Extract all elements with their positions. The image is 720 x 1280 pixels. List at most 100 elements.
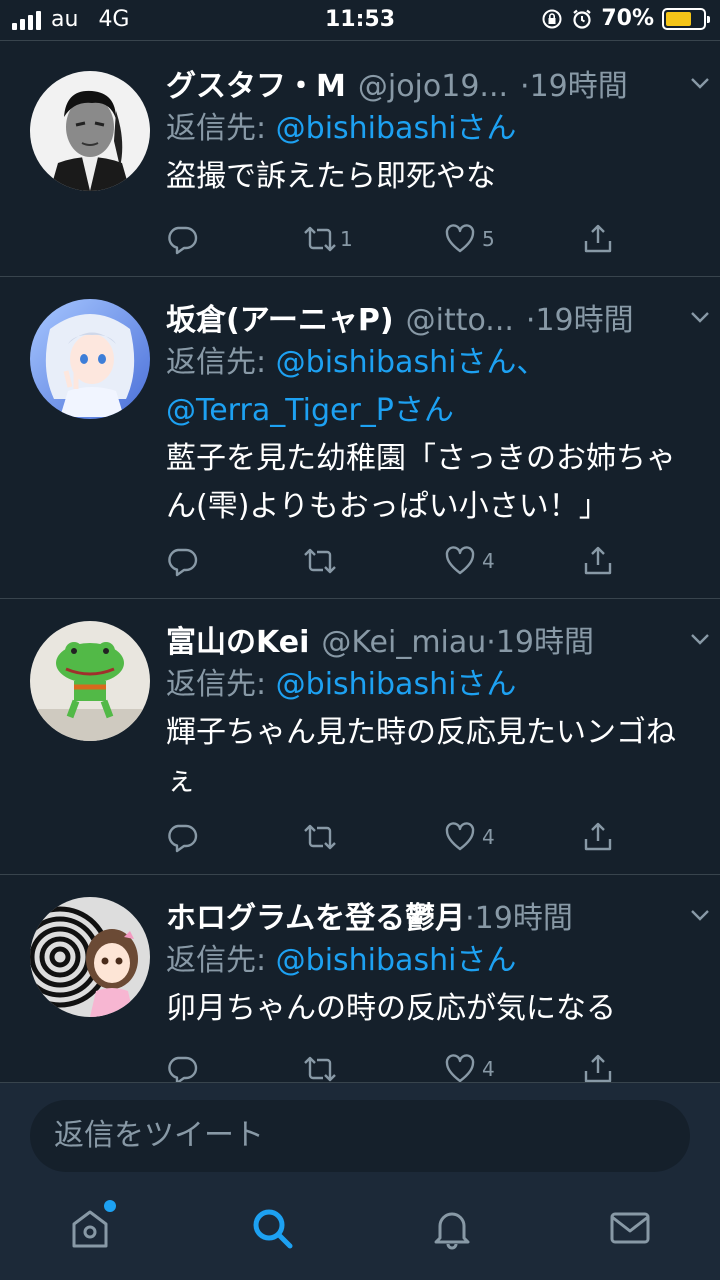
tweet-header: グスタフ・M @jojo19... ·19時間 xyxy=(166,61,700,105)
reply-icon xyxy=(168,548,198,577)
reply-to: 返信先: @bishibashiさん、 @Terra_Tiger_Pさん xyxy=(166,339,700,435)
share-icon xyxy=(584,822,612,851)
battery-icon xyxy=(662,7,710,30)
retweet-icon xyxy=(304,1056,336,1082)
retweet-button[interactable] xyxy=(302,545,338,577)
retweet-count: 1 xyxy=(340,227,353,251)
heart-icon xyxy=(445,822,475,851)
tab-search[interactable] xyxy=(248,1204,296,1252)
reply-to-label: 返信先: xyxy=(166,345,276,380)
heart-icon xyxy=(445,1054,475,1082)
share-icon xyxy=(584,546,612,575)
user-avatar[interactable] xyxy=(30,897,150,1017)
retweet-icon xyxy=(304,824,336,850)
share-icon xyxy=(584,224,612,253)
tab-home[interactable] xyxy=(66,1200,116,1252)
battery-percent: 70% xyxy=(601,6,654,31)
reply-button[interactable] xyxy=(166,821,198,853)
chevron-down-icon[interactable] xyxy=(688,71,712,95)
user-handle[interactable]: @jojo19... xyxy=(358,69,508,104)
user-avatar[interactable] xyxy=(30,621,150,741)
like-button[interactable]: 4 xyxy=(444,545,495,577)
share-button[interactable] xyxy=(582,1053,614,1082)
tweet[interactable]: ホログラムを登る鬱月 ·19時間 返信先: @bishibashiさん 卯月ちゃ… xyxy=(0,874,720,1082)
tweet[interactable]: 富山のKei @Kei_miau ·19時間 返信先: @bishibashiさ… xyxy=(0,598,720,874)
tweet-text: 藍子を見た幼稚園「さっきのお姉ちゃん(雫)よりもおっぱい小さい！」 xyxy=(166,441,676,524)
tweet-text: 盗撮で訴えたら即死やな xyxy=(166,159,496,194)
heart-icon xyxy=(445,546,475,575)
retweet-button[interactable]: 1 xyxy=(302,223,353,255)
like-count: 4 xyxy=(482,825,495,849)
like-button[interactable]: 4 xyxy=(444,1053,495,1082)
chevron-down-icon[interactable] xyxy=(688,305,712,329)
tweet-time: ·19時間 xyxy=(525,303,634,338)
tweet-actions: 1 5 xyxy=(166,223,626,263)
user-handle[interactable]: @Kei_miau xyxy=(321,625,486,660)
tweet-time: ·19時間 xyxy=(486,625,595,660)
mention-link[interactable]: @bishibashiさん xyxy=(276,667,517,702)
reply-button[interactable] xyxy=(166,545,198,577)
display-name[interactable]: ホログラムを登る鬱月 xyxy=(166,893,465,937)
mention-link[interactable]: @bishibashiさん xyxy=(276,111,517,146)
user-handle[interactable]: @itto... xyxy=(406,303,514,338)
tweet-header: ホログラムを登る鬱月 ·19時間 xyxy=(166,893,700,937)
chevron-down-icon[interactable] xyxy=(688,627,712,651)
like-count: 4 xyxy=(482,549,495,573)
tab-messages[interactable] xyxy=(606,1204,654,1252)
tweet-time: ·19時間 xyxy=(465,901,573,936)
reply-to: 返信先: @bishibashiさん xyxy=(166,661,700,709)
reply-to-label: 返信先: xyxy=(166,943,276,978)
tweet-time: ·19時間 xyxy=(520,69,628,104)
share-button[interactable] xyxy=(582,821,614,853)
tweet-text: 輝子ちゃん見た時の反応見たいンゴねぇ xyxy=(166,715,676,798)
tab-notifications[interactable] xyxy=(428,1204,476,1252)
like-count: 4 xyxy=(482,1057,495,1081)
mention-link[interactable]: @bishibashiさん xyxy=(276,943,517,978)
reply-to-label: 返信先: xyxy=(166,667,276,702)
tweet[interactable]: 坂倉(アーニャP) @itto... ·19時間 返信先: @bishibash… xyxy=(0,276,720,598)
like-count: 5 xyxy=(482,227,495,251)
retweet-icon xyxy=(304,548,336,574)
reply-icon xyxy=(168,824,198,853)
mention-link[interactable]: @bishibashiさん、 xyxy=(276,345,547,380)
tweet-actions: 4 xyxy=(166,545,626,585)
status-right: 70% xyxy=(541,6,710,31)
like-button[interactable]: 5 xyxy=(444,223,495,255)
share-button[interactable] xyxy=(582,223,614,255)
orientation-lock-icon xyxy=(542,9,562,28)
tweet-actions: 4 xyxy=(166,821,626,861)
tweet-text: 卯月ちゃんの時の反応が気になる xyxy=(166,991,616,1026)
retweet-button[interactable] xyxy=(302,821,338,853)
like-button[interactable]: 4 xyxy=(444,821,495,853)
display-name[interactable]: 富山のKei xyxy=(166,617,309,661)
retweet-button[interactable] xyxy=(302,1053,338,1082)
reply-icon xyxy=(168,226,198,255)
reply-button[interactable] xyxy=(166,223,198,255)
notifications-icon xyxy=(434,1212,470,1250)
display-name[interactable]: グスタフ・M xyxy=(166,61,346,105)
retweet-icon xyxy=(304,226,336,252)
user-avatar[interactable] xyxy=(30,299,150,419)
reply-to: 返信先: @bishibashiさん xyxy=(166,937,700,985)
new-content-dot xyxy=(104,1200,116,1212)
reply-composer: 返信をツイート xyxy=(0,1082,720,1190)
search-icon xyxy=(253,1209,293,1249)
chevron-down-icon[interactable] xyxy=(688,903,712,927)
reply-thread[interactable]: グスタフ・M @jojo19... ·19時間 返信先: @bishibashi… xyxy=(0,40,720,1082)
reply-to-label: 返信先: xyxy=(166,111,276,146)
tweet-header: 坂倉(アーニャP) @itto... ·19時間 xyxy=(166,295,700,339)
share-button[interactable] xyxy=(582,545,614,577)
status-bar: au 4G 11:53 70% xyxy=(0,0,720,40)
display-name[interactable]: 坂倉(アーニャP) xyxy=(166,295,394,339)
reply-to: 返信先: @bishibashiさん xyxy=(166,105,700,153)
tweet[interactable]: グスタフ・M @jojo19... ·19時間 返信先: @bishibashi… xyxy=(0,40,720,276)
battery-fill xyxy=(666,11,692,26)
tweet-header: 富山のKei @Kei_miau ·19時間 xyxy=(166,617,700,661)
user-avatar[interactable] xyxy=(30,71,150,191)
share-icon xyxy=(584,1054,612,1082)
reply-input[interactable]: 返信をツイート xyxy=(30,1100,690,1172)
mention-link[interactable]: @Terra_Tiger_Pさん xyxy=(166,393,454,428)
reply-button[interactable] xyxy=(166,1053,198,1082)
tweet-actions: 4 xyxy=(166,1053,626,1082)
tab-bar xyxy=(0,1190,720,1280)
